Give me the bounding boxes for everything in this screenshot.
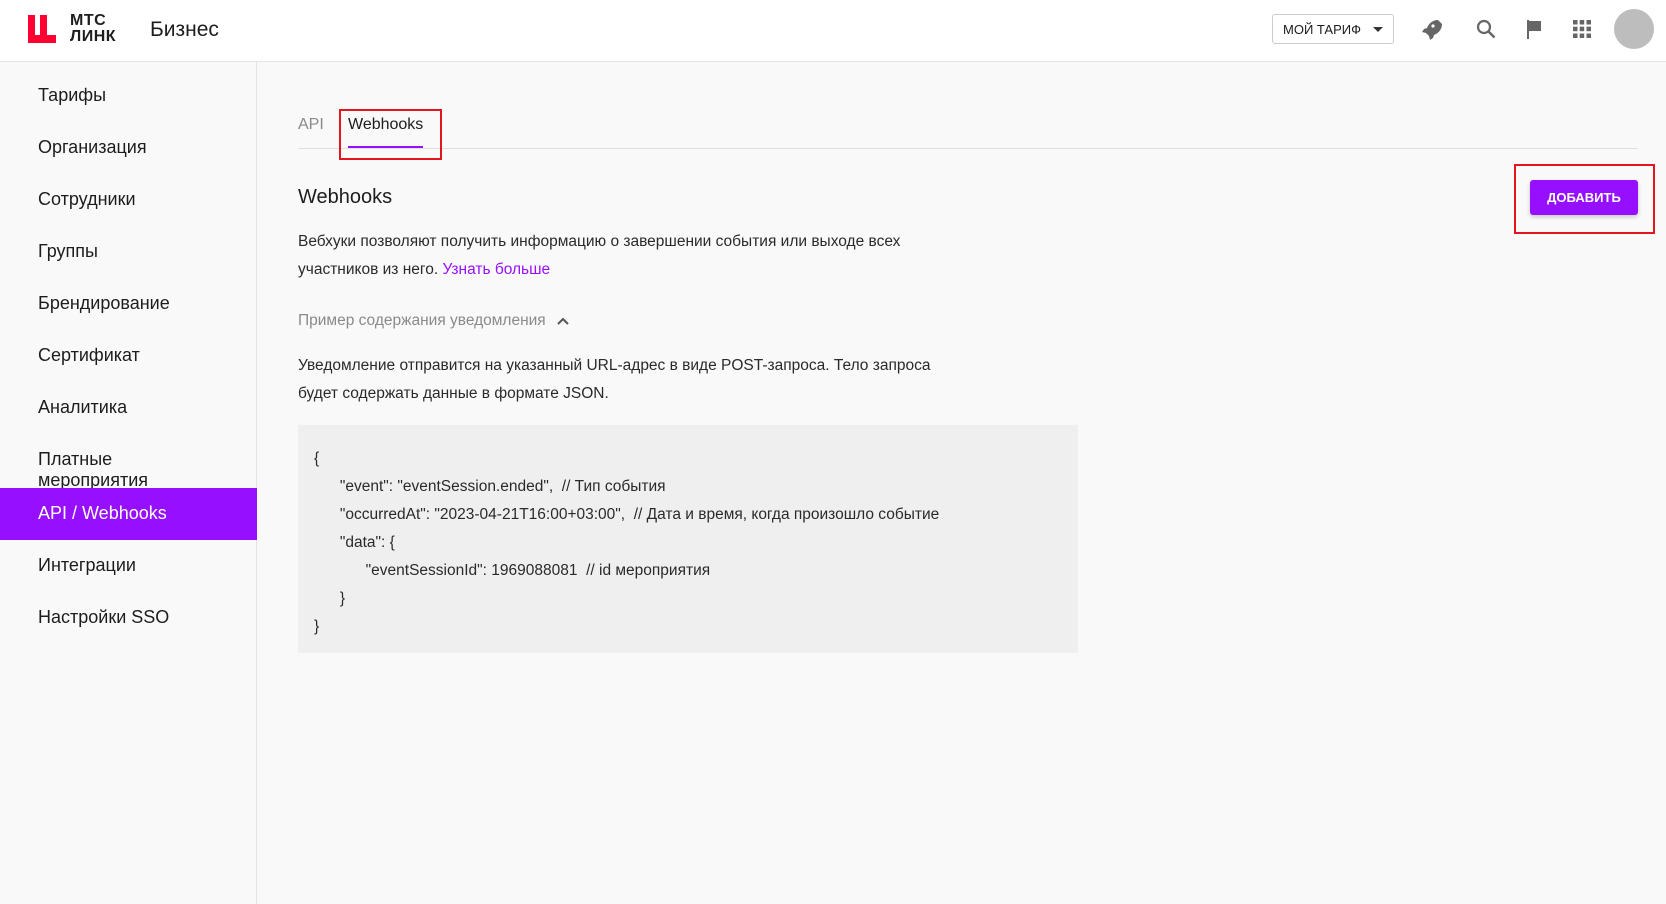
highlight-box-tab [339,109,442,160]
search-icon[interactable] [1474,17,1498,41]
mts-link-logo[interactable] [28,15,56,43]
sidebar-item-sso-settings[interactable]: Настройки SSO [0,592,257,644]
code-line: "event": "eventSession.ended", // Тип со… [314,478,666,495]
sidebar-item-organization[interactable]: Организация [0,122,257,174]
sidebar-item-tariffs[interactable]: Тарифы [0,70,257,122]
logo-text: МТС ЛИНК [70,12,117,45]
json-example-code: { "event": "eventSession.ended", // Тип … [298,425,1078,653]
description: Вебхуки позволяют получить информацию о … [298,228,938,284]
sidebar-item-branding[interactable]: Брендирование [0,278,257,330]
tab-api[interactable]: API [298,116,324,134]
code-line: "occurredAt": "2023-04-21T16:00+03:00", … [314,506,940,523]
chevron-up-icon [557,317,569,325]
tariff-label: МОЙ ТАРИФ [1283,22,1361,37]
sidebar-item-employees[interactable]: Сотрудники [0,174,257,226]
my-tariff-dropdown[interactable]: МОЙ ТАРИФ [1272,14,1394,44]
sidebar-item-integrations[interactable]: Интеграции [0,540,257,592]
user-avatar[interactable] [1614,9,1654,49]
example-description: Уведомление отправится на указанный URL-… [298,357,931,402]
learn-more-link[interactable]: Узнать больше [442,261,550,278]
description-text: Вебхуки позволяют получить информацию о … [298,233,901,278]
code-line: "eventSessionId": 1969088081 // id мероп… [314,562,711,579]
caret-down-icon [1373,27,1383,32]
code-line: } [314,618,320,635]
code-line: "data": { [314,534,395,551]
flag-icon[interactable] [1522,17,1546,41]
highlight-box-add [1514,164,1655,234]
sidebar-item-api-webhooks[interactable]: API / Webhooks [0,488,257,540]
page-title: Webhooks [298,186,393,208]
code-line: { [314,450,320,467]
sidebar-item-paid-events[interactable]: Платные мероприятия [0,434,257,490]
brand-title: Бизнес [150,18,219,41]
code-line: } [314,590,346,607]
rocket-icon[interactable] [1418,17,1442,41]
top-header: МТС ЛИНК Бизнес МОЙ ТАРИФ [0,0,1666,62]
sidebar-item-analytics[interactable]: Аналитика [0,382,257,434]
example-toggle[interactable]: Пример содержания уведомления [298,312,570,330]
sidebar: Тарифы Организация Сотрудники Группы Бре… [0,62,257,904]
apps-grid-icon[interactable] [1570,17,1594,41]
example-toggle-label: Пример содержания уведомления [298,312,546,329]
tab-bar: API Webhooks [298,110,1638,149]
sidebar-item-groups[interactable]: Группы [0,226,257,278]
sidebar-item-certificate[interactable]: Сертификат [0,330,257,382]
